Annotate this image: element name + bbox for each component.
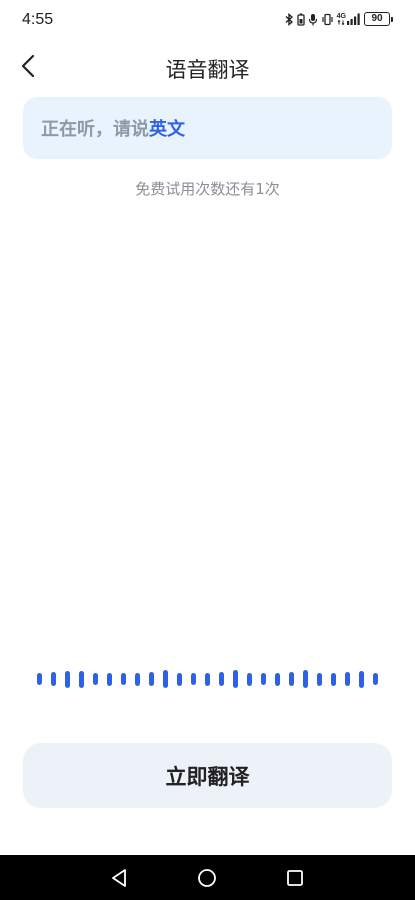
listening-prompt: 正在听，请说 (41, 119, 149, 140)
waveform-bar (37, 673, 42, 685)
circle-home-icon (198, 869, 216, 887)
waveform-bar (135, 672, 140, 686)
bluetooth-icon (285, 12, 294, 26)
triangle-back-icon (112, 869, 126, 887)
waveform-bar (303, 670, 308, 688)
audio-waveform (0, 664, 415, 694)
waveform-bar (205, 672, 210, 686)
waveform-bar (191, 673, 196, 685)
waveform-bar (359, 670, 364, 688)
waveform-bar (93, 673, 98, 685)
source-language[interactable]: 英文 (149, 115, 185, 141)
waveform-bar (261, 673, 266, 685)
battery-icon: 90 (364, 12, 393, 26)
waveform-bar (149, 672, 154, 686)
battery-saver-icon (297, 13, 305, 26)
waveform-bar (317, 672, 322, 686)
nav-home-button[interactable] (196, 867, 218, 889)
waveform-bar (79, 670, 84, 688)
waveform-bar (65, 670, 70, 688)
nav-back-button[interactable] (108, 867, 130, 889)
waveform-bar (51, 672, 56, 686)
waveform-bar (289, 672, 294, 686)
status-time: 4:55 (22, 11, 54, 28)
listening-status-card: 正在听，请说 英文 (23, 97, 392, 159)
free-trial-count: 免费试用次数还有1次 (135, 180, 280, 198)
waveform-bar (163, 670, 168, 688)
waveform-bar (247, 672, 252, 686)
microphone-icon (308, 13, 318, 26)
waveform-bar (107, 672, 112, 686)
vibrate-icon (321, 13, 334, 26)
waveform-bar (275, 672, 280, 686)
battery-level: 90 (364, 12, 390, 26)
page-title: 语音翻译 (165, 58, 250, 82)
translate-now-button[interactable]: 立即翻译 (23, 743, 392, 808)
system-nav-bar (0, 855, 415, 900)
waveform-bar (177, 672, 182, 686)
waveform-bar (219, 672, 224, 686)
status-icons: 4G 90 (285, 12, 393, 26)
header: 语音翻译 (0, 44, 415, 88)
waveform-bar (233, 670, 238, 688)
waveform-bar (373, 673, 378, 685)
nav-recents-button[interactable] (284, 867, 306, 889)
waveform-bar (121, 673, 126, 685)
waveform-bar (345, 672, 350, 686)
network-label: 4G (336, 13, 346, 20)
waveform-bar (331, 672, 336, 686)
square-recents-icon (287, 870, 303, 886)
status-bar: 4:55 4G 90 (0, 0, 415, 40)
signal-4g-icon: 4G (337, 13, 361, 25)
